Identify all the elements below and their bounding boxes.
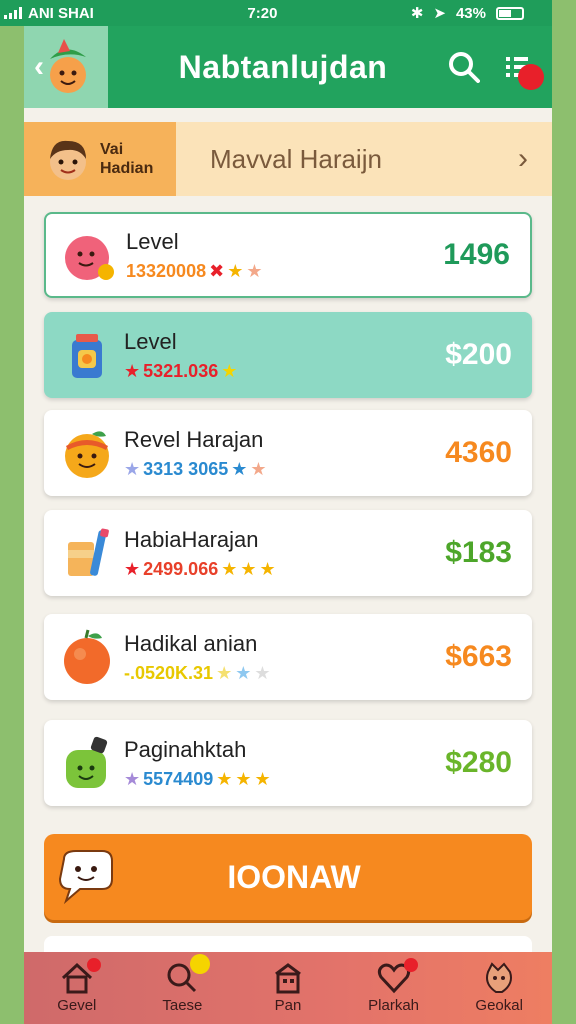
item-value: $280 <box>445 746 512 779</box>
star-icon: ★ <box>124 458 141 479</box>
app-bar: ‹ Nabtanlujdan <box>24 26 552 108</box>
item-code: -.0520K.31 <box>124 662 214 683</box>
app-screen: ‹ Nabtanlujdan Vai Hadian Mavval Haraijn… <box>24 0 552 1024</box>
nav-item-taese[interactable]: Taese <box>132 954 232 1014</box>
item-title: Revel Harajan <box>124 426 264 452</box>
app-logo[interactable]: ‹ <box>24 26 108 108</box>
status-bar: ANI SHAI 7:20 ✱ ➤ 43% <box>0 0 552 26</box>
item-value: $183 <box>445 536 512 569</box>
item-value: $663 <box>445 640 512 673</box>
star-icon: ★ <box>240 558 257 579</box>
list-item[interactable]: Revel Harajan ★ 3313 3065 ★ ★ 4360 <box>44 410 532 496</box>
avatar-icon <box>50 140 86 180</box>
star-icon: ★ <box>124 558 141 579</box>
signal-icon <box>4 7 22 19</box>
pink-blob-icon <box>65 236 114 280</box>
star-icon: ★ <box>221 558 238 579</box>
chevron-right-icon[interactable]: › <box>518 142 552 176</box>
notification-badge <box>190 954 211 974</box>
item-code: 5321.036 <box>143 360 219 381</box>
mascot-logo-icon <box>50 39 86 93</box>
item-value: $200 <box>445 338 512 371</box>
nav-label: Pan <box>274 997 302 1014</box>
list-item[interactable]: Level 13320008 ✖ ★ ★ 1496 <box>44 212 532 298</box>
nav-item-pan[interactable]: Pan <box>238 962 338 1014</box>
user-label-line2: Hadian <box>100 160 154 177</box>
star-icon: ★ <box>227 260 244 281</box>
location-icon: ➤ <box>433 5 446 22</box>
building-icon <box>275 963 301 994</box>
star-icon: ★ <box>124 768 141 789</box>
mascot-icon <box>486 962 513 993</box>
battery-percent: 43% <box>455 4 486 22</box>
nav-label: Geokal <box>475 997 523 1014</box>
star-icon: ★ <box>254 662 271 683</box>
app-title: Nabtanlujdan <box>178 48 388 85</box>
list-item[interactable]: Hadikal anian -.0520K.31 ★ ★ ★ $663 <box>44 614 532 700</box>
star-icon: ★ <box>246 260 263 281</box>
star-icon: ★ <box>221 360 238 381</box>
tangerine-icon <box>64 629 110 684</box>
item-code: 5574409 <box>143 768 214 789</box>
notification-badge <box>403 958 418 972</box>
banner-title: Mavval Haraijn <box>210 143 382 174</box>
user-section[interactable]: Vai Hadian <box>24 122 176 196</box>
star-icon: ★ <box>235 768 252 789</box>
user-label-line1: Vai <box>100 141 124 158</box>
star-icon: ★ <box>250 458 267 479</box>
nav-item-plarkah[interactable]: Plarkah <box>344 958 444 1014</box>
item-title: Paginahktah <box>124 736 247 762</box>
green-bottle-icon <box>66 736 108 788</box>
item-title: HabiaHarajan <box>124 526 259 552</box>
item-value: 4360 <box>445 436 512 469</box>
chat-mascot-icon <box>58 850 113 905</box>
primary-action-button[interactable]: IOONAW <box>44 834 532 920</box>
primary-action-label: IOONAW <box>227 858 361 895</box>
nav-label: Taese <box>162 997 203 1014</box>
notification-badge[interactable] <box>518 64 544 90</box>
nav-label: Gevel <box>57 997 97 1014</box>
carrier-name: ANI SHAI <box>28 4 94 22</box>
item-title: Level <box>124 328 177 354</box>
profile-banner[interactable]: Vai Hadian Mavval Haraijn › <box>24 122 552 196</box>
notification-badge <box>86 958 101 972</box>
item-code: 13320008 <box>126 260 207 281</box>
item-value: 1496 <box>443 238 510 271</box>
star-icon: ★ <box>259 558 276 579</box>
list-item[interactable]: Paginahktah ★ 5574409 ★ ★ ★ $280 <box>44 720 532 806</box>
bottom-nav: Gevel Taese Pan Plarkah Geokal <box>24 952 552 1024</box>
back-chevron-icon[interactable]: ‹ <box>34 50 44 84</box>
jar-icon <box>72 334 102 378</box>
cup-icon <box>68 528 109 576</box>
nav-item-geokal[interactable]: Geokal <box>449 962 549 1014</box>
item-title: Level <box>126 228 179 254</box>
nav-item-gevel[interactable]: Gevel <box>27 958 127 1014</box>
list-item[interactable]: Level ★ 5321.036 ★ $200 <box>44 312 532 398</box>
star-icon: ✖ <box>209 260 225 281</box>
star-icon: ★ <box>216 662 233 683</box>
star-icon: ★ <box>254 768 271 789</box>
item-code: 2499.066 <box>143 558 219 579</box>
item-code: 3313 3065 <box>143 458 229 479</box>
star-icon: ★ <box>216 768 233 789</box>
battery-icon <box>496 6 524 20</box>
bluetooth-icon: ✱ <box>410 5 424 22</box>
star-icon: ★ <box>235 662 252 683</box>
status-time: 7:20 <box>247 4 278 22</box>
item-title: Hadikal anian <box>124 630 258 656</box>
star-icon: ★ <box>124 360 141 381</box>
orange-fruit-icon <box>65 431 109 478</box>
search-icon[interactable] <box>448 51 480 83</box>
star-icon: ★ <box>231 458 248 479</box>
nav-label: Plarkah <box>368 997 419 1014</box>
list-item[interactable]: HabiaHarajan ★ 2499.066 ★ ★ ★ $183 <box>44 510 532 596</box>
